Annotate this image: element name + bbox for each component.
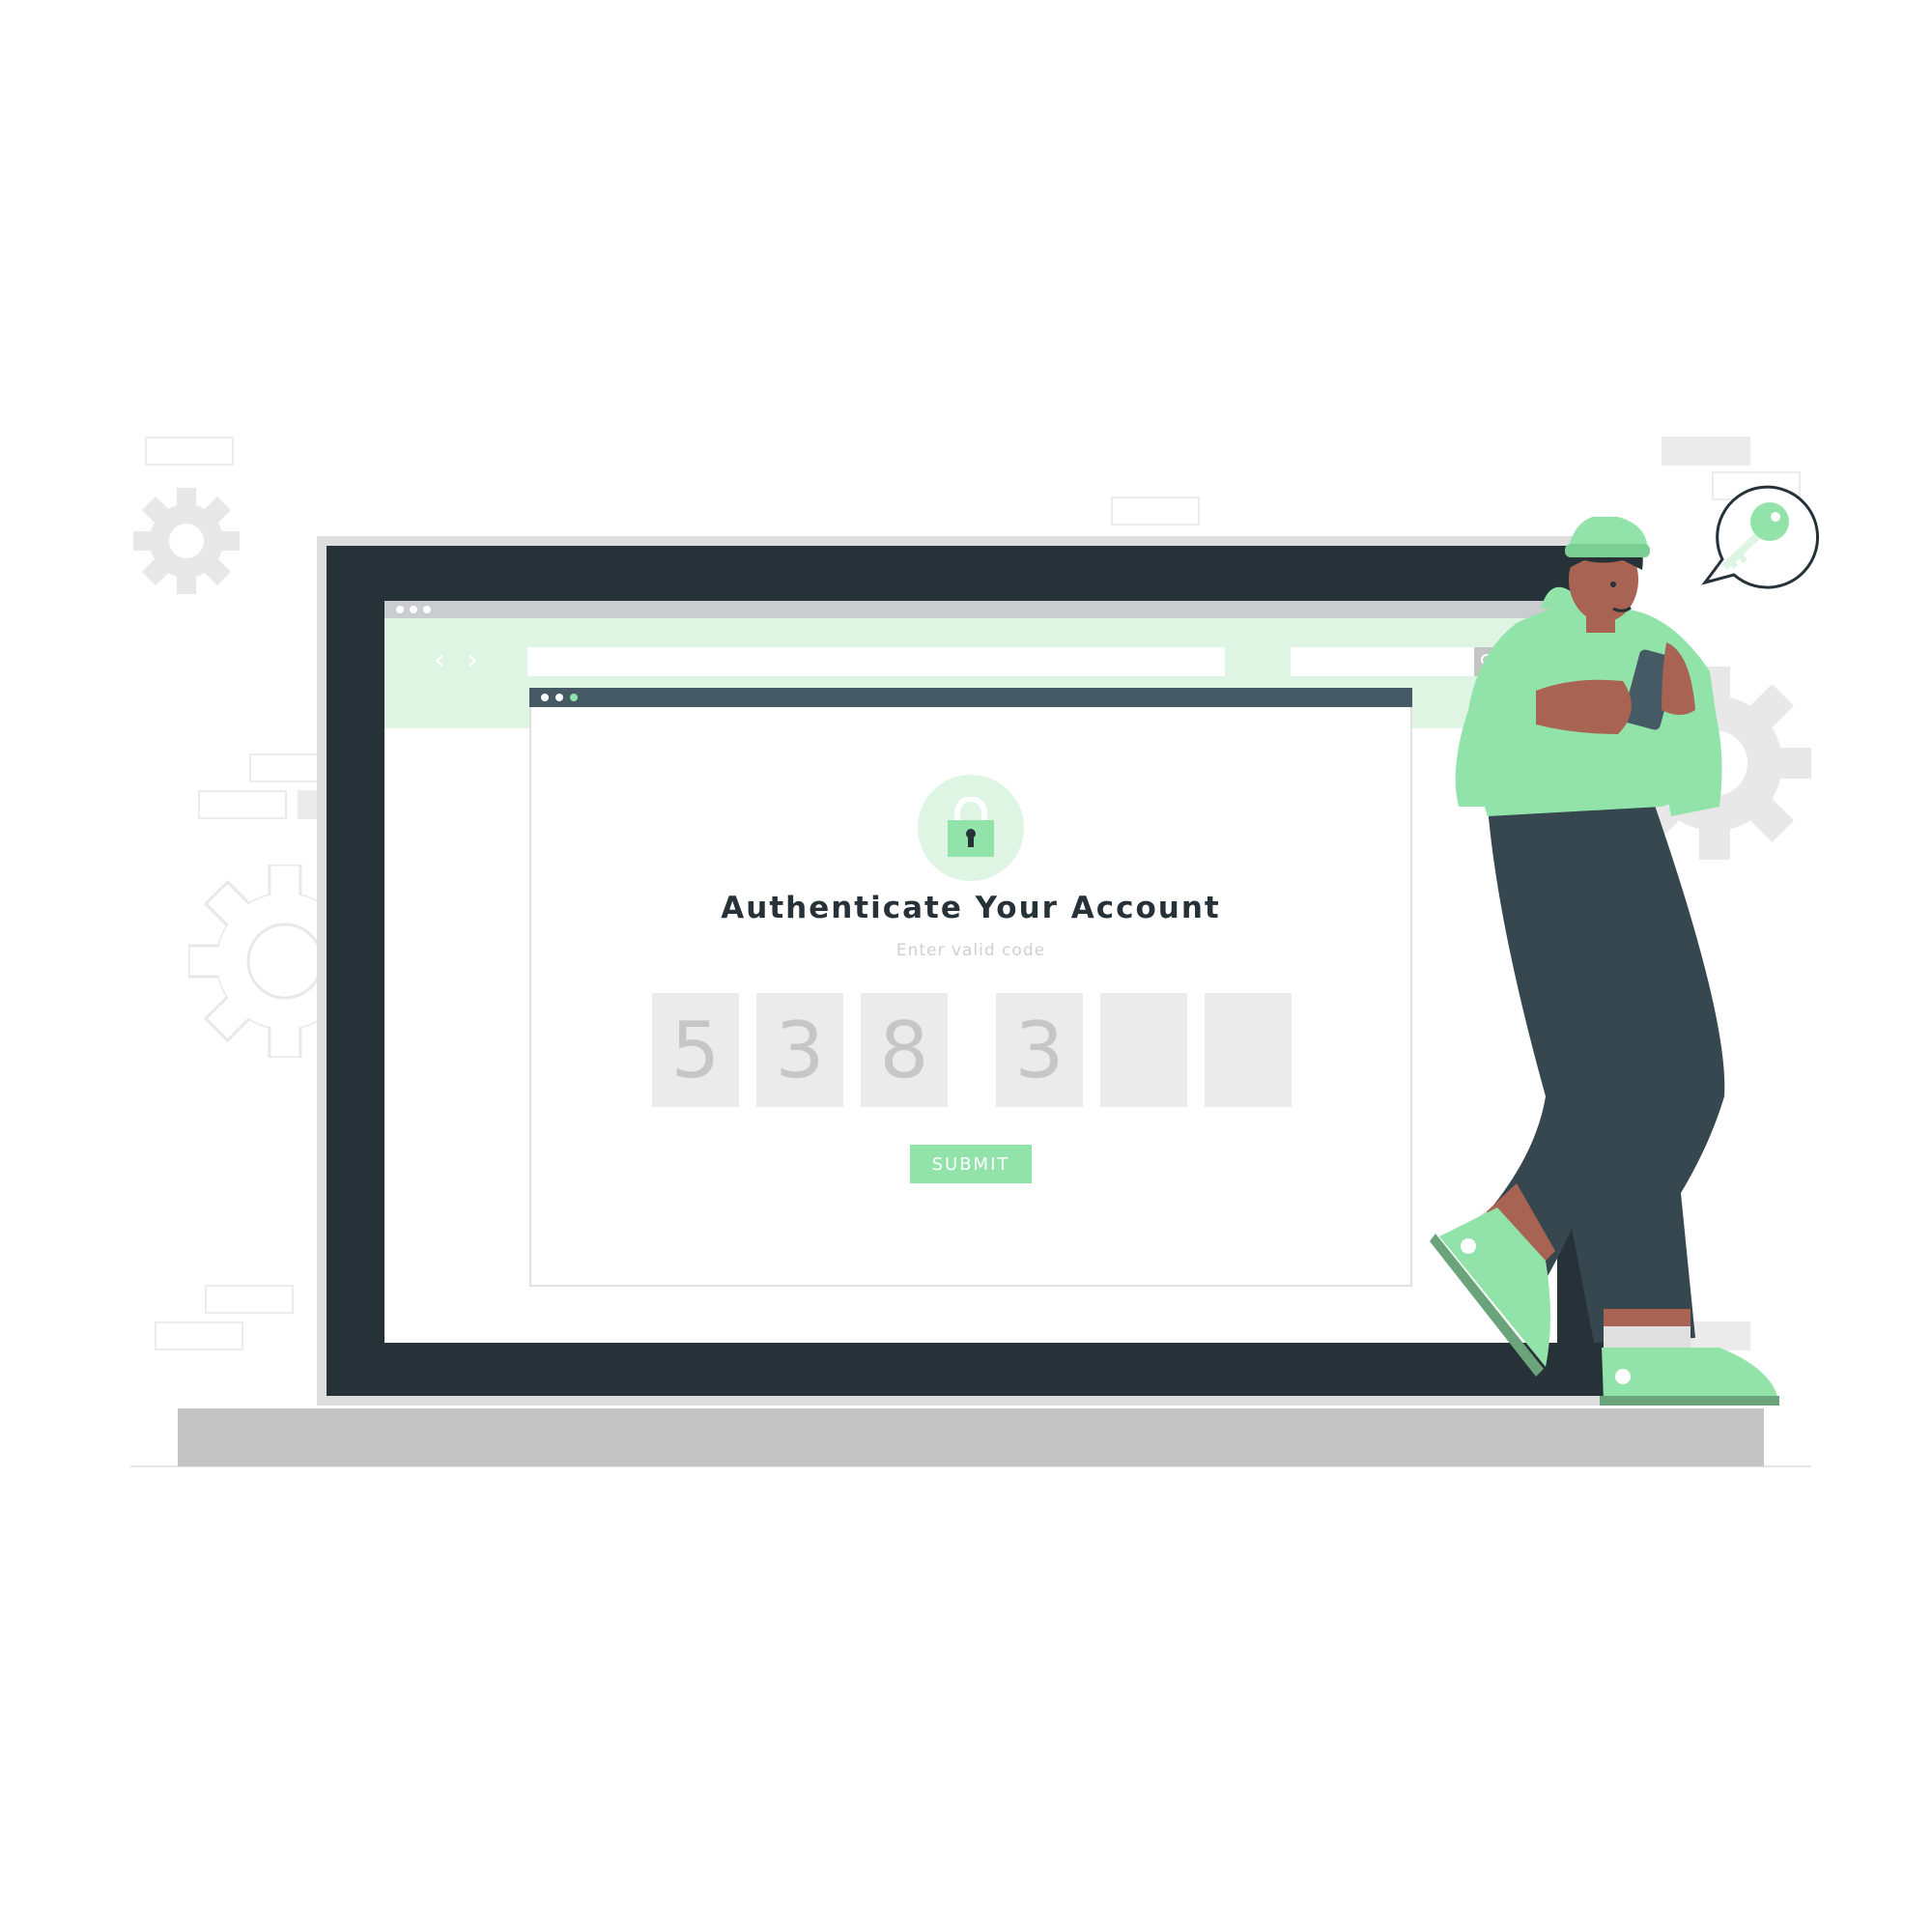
window-dot[interactable]	[570, 694, 578, 701]
bg-placeholder-box	[1662, 437, 1750, 466]
bg-placeholder-box	[1111, 497, 1200, 526]
code-digit-3[interactable]: 8	[861, 993, 948, 1107]
window-dot[interactable]	[396, 606, 404, 613]
bg-placeholder-box	[155, 1321, 243, 1350]
page-title: Authenticate Your Account	[721, 891, 1221, 925]
code-digit-6[interactable]	[1205, 993, 1292, 1107]
browser-titlebar	[384, 601, 1557, 618]
bg-placeholder-box	[205, 1285, 294, 1314]
code-digit-4[interactable]: 3	[996, 993, 1083, 1107]
window-dot[interactable]	[410, 606, 417, 613]
back-button[interactable]: ‹	[425, 641, 454, 680]
code-digit-1[interactable]: 5	[652, 993, 739, 1107]
person-illustration	[1430, 517, 1779, 1406]
address-bar[interactable]	[527, 647, 1225, 676]
window-dot[interactable]	[423, 606, 431, 613]
window-dot[interactable]	[555, 694, 563, 701]
gear-icon	[133, 488, 240, 594]
bg-placeholder-box	[145, 437, 234, 466]
lock-icon	[948, 797, 994, 857]
dialog-titlebar	[529, 688, 1412, 707]
lock-badge	[918, 775, 1024, 881]
window-dot[interactable]	[541, 694, 549, 701]
submit-button[interactable]: SUBMIT	[910, 1145, 1032, 1183]
page-subtitle: Enter valid code	[895, 941, 1046, 960]
forward-button[interactable]: ›	[458, 641, 487, 680]
code-digit-2[interactable]: 3	[756, 993, 843, 1107]
code-digit-5[interactable]	[1100, 993, 1187, 1107]
bg-placeholder-box	[249, 753, 319, 782]
bg-placeholder-box	[198, 790, 287, 819]
